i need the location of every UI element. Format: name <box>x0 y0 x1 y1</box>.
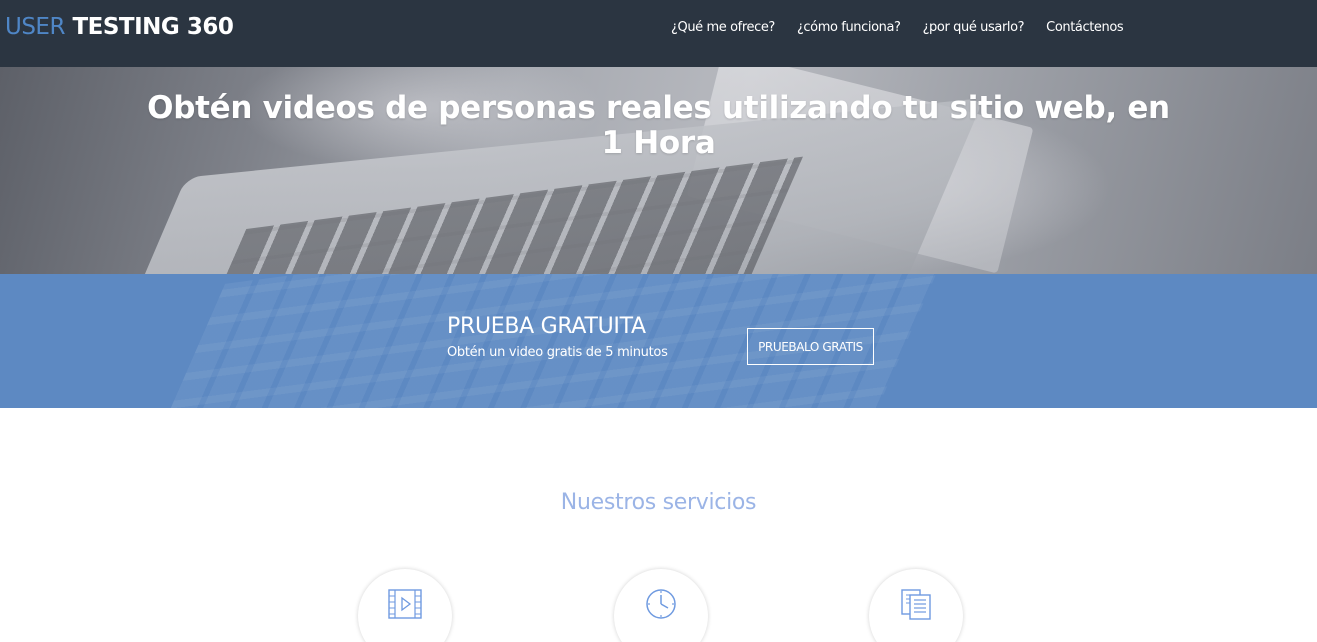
nav-link-como-funciona[interactable]: ¿cómo funciona? <box>797 20 901 36</box>
free-trial-subtitle: Obtén un video gratis de 5 minutos <box>447 345 668 360</box>
main-nav: ¿Qué me ofrece? ¿cómo funciona? ¿por qué… <box>671 20 1124 36</box>
hero-title-line2: 1 Hora <box>601 125 716 161</box>
top-navbar: USER TESTING 360 ¿Qué me ofrece? ¿cómo f… <box>0 0 1317 67</box>
free-trial-band: PRUEBA GRATUITA Obtén un video gratis de… <box>0 274 1317 408</box>
document-icon <box>901 589 931 620</box>
service-document-circle[interactable] <box>869 569 963 642</box>
hero-title-line1: Obtén videos de personas reales utilizan… <box>147 90 1170 126</box>
site-logo[interactable]: USER TESTING 360 <box>5 12 234 42</box>
hero-banner: Obtén videos de personas reales utilizan… <box>0 67 1317 274</box>
service-video-circle[interactable] <box>358 569 452 642</box>
free-trial-title: PRUEBA GRATUITA <box>447 314 646 339</box>
nav-link-contactenos[interactable]: Contáctenos <box>1046 20 1124 36</box>
clock-icon <box>646 589 676 619</box>
try-free-button[interactable]: PRUEBALO GRATIS <box>747 328 874 365</box>
hero-title: Obtén videos de personas reales utilizan… <box>0 91 1317 161</box>
logo-text-user: USER <box>5 14 65 40</box>
services-title: Nuestros servicios <box>560 490 757 515</box>
nav-link-que-me-ofrece[interactable]: ¿Qué me ofrece? <box>671 20 775 36</box>
nav-link-por-que-usarlo[interactable]: ¿por qué usarlo? <box>923 20 1025 36</box>
logo-text-testing: TESTING 360 <box>72 14 234 40</box>
service-clock-circle[interactable] <box>614 569 708 642</box>
video-icon <box>388 589 422 619</box>
